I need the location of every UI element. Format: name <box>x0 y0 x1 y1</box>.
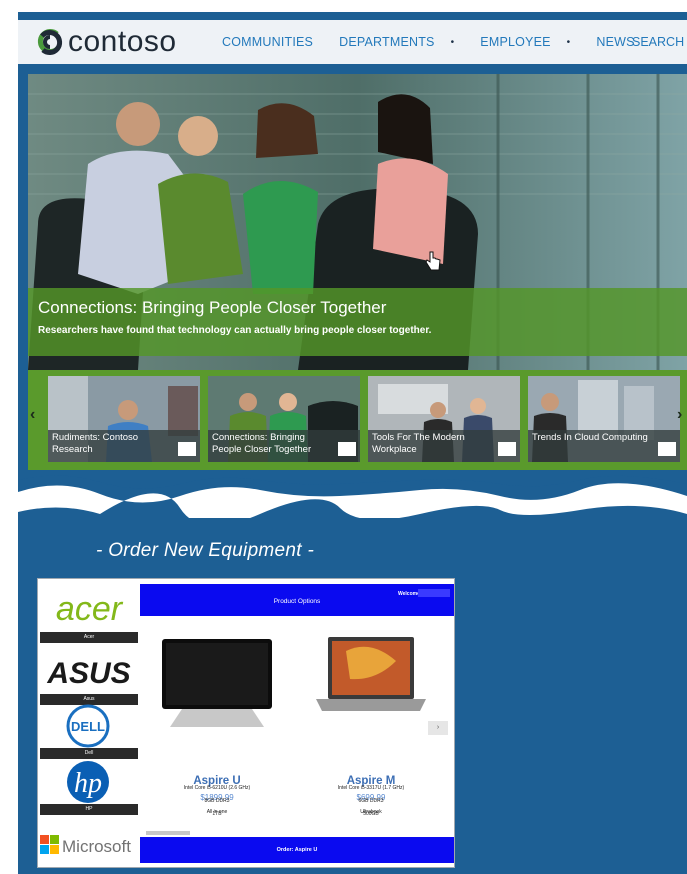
brand-caption: HP <box>40 804 138 815</box>
brand-asus[interactable]: ASUS Asus <box>38 649 140 705</box>
logo-text: contoso <box>68 25 177 58</box>
asus-logo: ASUS <box>46 657 130 690</box>
brand-hp[interactable]: hp HP <box>38 759 140 815</box>
horizontal-scrollbar[interactable] <box>146 831 190 835</box>
nav-search[interactable]: SEARCH <box>632 20 684 64</box>
news-carousel: ‹ Rudiments: Contoso Research Connection… <box>28 370 687 470</box>
article-icon <box>338 442 356 456</box>
order-heading: - Order New Equipment - <box>96 540 315 561</box>
welcome-label: Welcome <box>398 591 420 597</box>
carousel-next-icon[interactable]: › <box>677 406 682 424</box>
tile-label: Connections: Bringing People Closer Toge… <box>208 430 360 462</box>
brand-list: acer Acer ASUS Asus DELL Dell hp HP Micr… <box>38 579 140 867</box>
hero-subtitle: Researchers have found that technology c… <box>38 325 432 336</box>
hero-title: Connections: Bringing People Closer Toge… <box>38 298 387 317</box>
nav-label: COMMUNITIES <box>222 35 314 49</box>
carousel-tile[interactable]: Tools For The Modern Workplace <box>368 376 520 462</box>
search-label: SEARCH <box>632 35 685 49</box>
acer-logo-text: acer <box>56 590 124 628</box>
laptop-image <box>316 637 426 711</box>
app-header: Product Options Welcome <box>140 584 454 616</box>
dell-logo-text: DELL <box>71 719 105 734</box>
all-in-one-image <box>162 639 272 727</box>
nav-label: EMPLOYEE <box>480 35 551 49</box>
nav-employee[interactable]: EMPLOYEE • <box>480 35 570 49</box>
product-storage: 1TB <box>212 811 222 817</box>
intranet-site: contoso COMMUNITIES DEPARTMENTS • EMPLOY… <box>18 12 687 512</box>
carousel-prev-icon[interactable]: ‹ <box>30 406 35 424</box>
hero-caption: Connections: Bringing People Closer Toge… <box>28 288 687 356</box>
main-nav: COMMUNITIES DEPARTMENTS • EMPLOYEE • NEW… <box>222 20 661 64</box>
nav-departments[interactable]: DEPARTMENTS • <box>339 35 454 49</box>
contoso-logo[interactable]: contoso <box>36 25 177 58</box>
hp-logo-text: hp <box>74 768 102 799</box>
brand-caption: Dell <box>40 748 138 759</box>
brand-dell[interactable]: DELL Dell <box>38 703 140 759</box>
hand-pointer-icon <box>425 251 441 271</box>
order-button[interactable]: Order: Aspire U <box>140 837 454 863</box>
nav-label: NEWS <box>596 35 635 49</box>
product-app: acer Acer ASUS Asus DELL Dell hp HP Micr… <box>37 578 455 868</box>
dropdown-bullet-icon[interactable]: • <box>567 37 571 48</box>
product-ram: 6GB DDR3 <box>358 798 384 804</box>
product-storage: 500GB <box>363 811 379 817</box>
brand-caption: Acer <box>40 632 138 643</box>
article-icon <box>178 442 196 456</box>
asus-logo-text: ASUS <box>46 657 130 690</box>
tile-label: Trends In Cloud Computing <box>528 430 680 462</box>
carousel-tile[interactable]: Connections: Bringing People Closer Toge… <box>208 376 360 462</box>
tile-label: Rudiments: Contoso Research <box>48 430 200 462</box>
brand-acer[interactable]: acer Acer <box>38 587 140 643</box>
chevron-right-icon: › <box>436 724 440 731</box>
acer-logo: acer <box>56 590 124 628</box>
hp-logo: hp <box>67 761 109 803</box>
product-ram: 8GB DDR3 <box>204 798 230 804</box>
product-cpu: Intel Core i5-6210U (2.6 GHz) <box>183 785 251 791</box>
top-bar <box>18 12 687 20</box>
microsoft-logo: Microsoft <box>40 835 131 856</box>
article-icon <box>498 442 516 456</box>
brand-microsoft[interactable]: Microsoft <box>38 829 140 865</box>
site-header: contoso COMMUNITIES DEPARTMENTS • EMPLOY… <box>18 20 687 64</box>
dell-logo: DELL <box>66 704 110 748</box>
carousel-tile[interactable]: Rudiments: Contoso Research <box>48 376 200 462</box>
hero-banner[interactable]: Connections: Bringing People Closer Toge… <box>28 74 687 370</box>
product-cpu: Intel Core i5-3317U (1.7 GHz) <box>337 785 405 791</box>
carousel-tile[interactable]: Trends In Cloud Computing <box>528 376 680 462</box>
tile-label: Tools For The Modern Workplace <box>368 430 520 462</box>
nav-communities[interactable]: COMMUNITIES <box>222 35 313 49</box>
app-title: Product Options <box>273 598 321 605</box>
contoso-logo-icon <box>37 29 63 55</box>
nav-news[interactable]: NEWS <box>596 35 634 49</box>
welcome-user-box <box>418 589 450 597</box>
microsoft-logo-text: Microsoft <box>62 837 131 856</box>
nav-label: DEPARTMENTS <box>339 35 435 49</box>
article-icon <box>658 442 676 456</box>
next-product-button[interactable]: › <box>428 721 448 735</box>
dropdown-bullet-icon[interactable]: • <box>451 37 455 48</box>
